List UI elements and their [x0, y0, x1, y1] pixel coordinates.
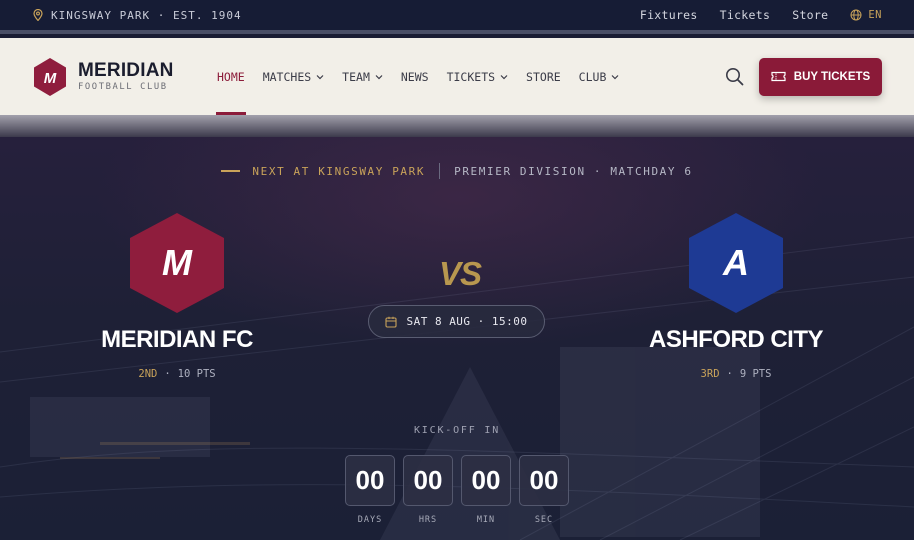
home-team-rank: 2ND — [138, 368, 158, 380]
home-team-points: 10 PTS — [177, 368, 216, 380]
chevron-down-icon — [500, 74, 508, 79]
language-code: EN — [868, 9, 882, 21]
search-button[interactable] — [723, 66, 745, 88]
main-nav: HOME MATCHES TEAM NEWS TICKETS STORE CLU… — [208, 38, 628, 115]
match-eyebrow: NEXT AT KINGSWAY PARK PREMIER DIVISION ·… — [0, 163, 914, 179]
header-divider — [0, 115, 914, 137]
next-match-hero: NEXT AT KINGSWAY PARK PREMIER DIVISION ·… — [0, 137, 914, 540]
nav-label: STORE — [526, 69, 561, 84]
home-team-name: MERIDIAN FC — [101, 326, 253, 353]
globe-icon — [850, 9, 862, 21]
countdown-unit-label: SEC — [534, 515, 554, 525]
match-date-pill: SAT 8 AUG · 15:00 — [368, 305, 545, 338]
ticket-icon — [771, 71, 786, 82]
countdown-minutes: 00 MIN — [461, 455, 511, 525]
nav-label: MATCHES — [262, 69, 312, 84]
nav-label: TICKETS — [446, 69, 496, 84]
eyebrow-dash — [221, 170, 241, 172]
crest-monogram: M — [44, 70, 57, 87]
utility-bar: KINGSWAY PARK · EST. 1904 Fixtures Ticke… — [0, 0, 914, 34]
countdown-hours: 00 HRS — [403, 455, 453, 525]
search-icon — [725, 68, 743, 86]
kickoff-countdown: 00 DAYS 00 HRS 00 MIN 00 SEC — [345, 455, 569, 525]
countdown-days: 00 DAYS — [345, 455, 395, 525]
home-team-initial: M — [162, 242, 193, 283]
away-team-initial: A — [722, 242, 749, 283]
countdown-value: 00 — [403, 455, 453, 506]
club-subtitle: FOOTBALL CLUB — [78, 82, 168, 93]
away-team-points: 9 PTS — [739, 368, 772, 380]
home-team[interactable]: M MERIDIAN FC 2ND · 10 PTS — [57, 212, 297, 380]
match-division: PREMIER DIVISION · MATCHDAY 6 — [454, 164, 693, 178]
calendar-icon — [385, 316, 398, 328]
away-team[interactable]: A ASHFORD CITY 3RD · 9 PTS — [616, 212, 856, 380]
nav-label: HOME — [217, 69, 245, 84]
nav-label: NEWS — [400, 69, 429, 84]
away-team-rank: 3RD — [700, 368, 720, 380]
nav-item-news[interactable]: NEWS — [392, 38, 438, 115]
language-selector[interactable]: EN — [850, 9, 882, 21]
countdown-unit-label: DAYS — [357, 515, 383, 525]
chevron-down-icon — [611, 74, 619, 79]
club-crest-icon: M — [34, 57, 66, 96]
buy-tickets-button[interactable]: BUY TICKETS — [759, 57, 882, 96]
away-team-crest-icon: A — [689, 213, 783, 313]
countdown-unit-label: HRS — [418, 515, 438, 525]
match-venue: NEXT AT KINGSWAY PARK — [252, 164, 426, 178]
link-tickets[interactable]: Tickets — [720, 8, 771, 22]
location-info: KINGSWAY PARK · EST. 1904 — [33, 9, 242, 22]
buy-tickets-label: BUY TICKETS — [793, 70, 871, 83]
nav-item-store[interactable]: STORE — [517, 38, 570, 115]
location-text: KINGSWAY PARK · EST. 1904 — [51, 8, 242, 22]
club-logo[interactable]: M MERIDIAN FOOTBALL CLUB — [32, 57, 208, 97]
chevron-down-icon — [316, 74, 324, 79]
eyebrow-divider — [439, 163, 441, 179]
nav-item-club[interactable]: CLUB — [570, 38, 629, 115]
away-team-name: ASHFORD CITY — [649, 326, 824, 353]
countdown-value: 00 — [519, 455, 569, 506]
versus-label: VS — [438, 255, 482, 292]
nav-label: TEAM — [342, 69, 370, 84]
link-fixtures[interactable]: Fixtures — [640, 8, 698, 22]
main-header: M MERIDIAN FOOTBALL CLUB HOME MATCHES TE… — [0, 38, 914, 115]
home-team-crest-icon: M — [130, 213, 224, 313]
countdown-unit-label: MIN — [476, 515, 496, 525]
club-name: MERIDIAN — [78, 60, 174, 82]
countdown-value: 00 — [345, 455, 395, 506]
meta-separator: · — [726, 368, 733, 380]
countdown-seconds: 00 SEC — [519, 455, 569, 525]
nav-item-home[interactable]: HOME — [208, 38, 254, 115]
nav-item-tickets[interactable]: TICKETS — [438, 38, 517, 115]
match-date: SAT 8 AUG · 15:00 — [406, 315, 528, 328]
home-team-standing: 2ND · 10 PTS — [57, 368, 297, 380]
nav-item-team[interactable]: TEAM — [333, 38, 392, 115]
utility-links: Fixtures Tickets Store EN — [640, 8, 882, 22]
nav-label: CLUB — [578, 69, 607, 84]
nav-item-matches[interactable]: MATCHES — [254, 38, 333, 115]
chevron-down-icon — [375, 74, 383, 79]
countdown-value: 00 — [461, 455, 511, 506]
kickoff-label: KICK-OFF IN — [413, 425, 501, 436]
link-store[interactable]: Store — [792, 8, 828, 22]
away-team-standing: 3RD · 9 PTS — [616, 368, 856, 380]
map-pin-icon — [33, 9, 43, 21]
meta-separator: · — [164, 368, 171, 380]
